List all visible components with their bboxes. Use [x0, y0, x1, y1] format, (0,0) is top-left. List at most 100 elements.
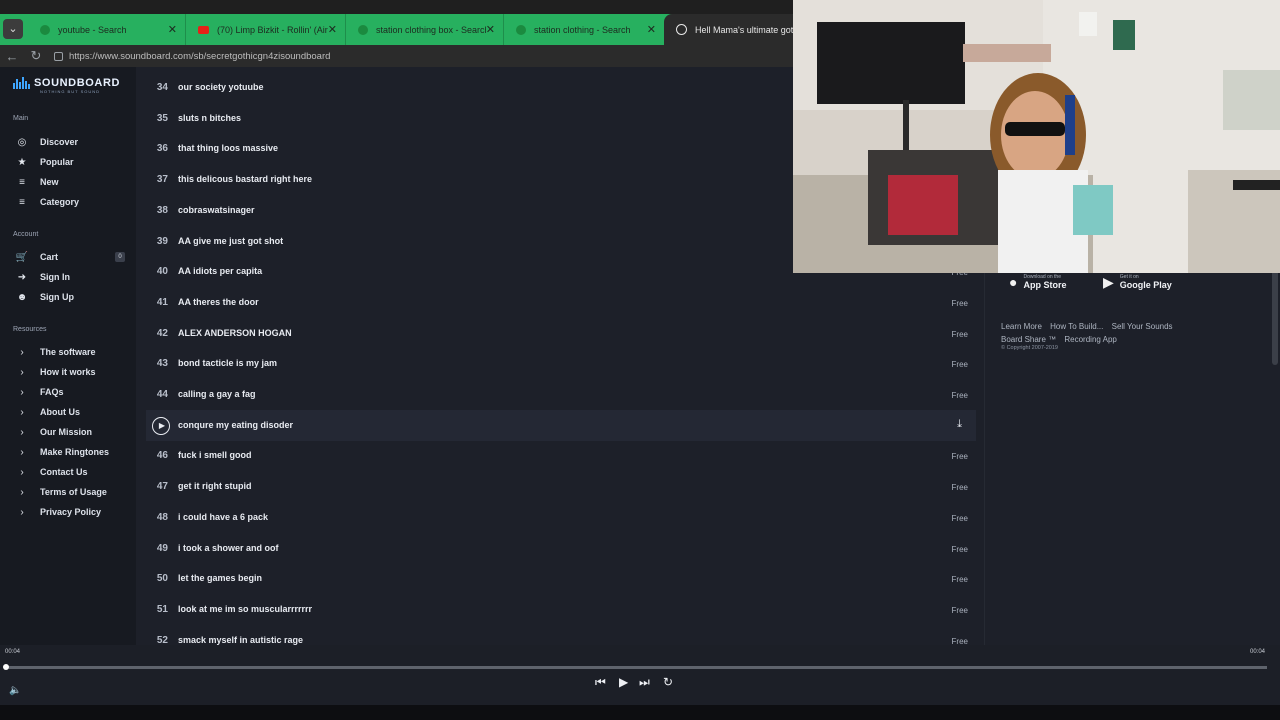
tab-close-icon[interactable]: ✕ — [168, 23, 177, 36]
sound-title[interactable]: smack myself in autistic rage — [178, 635, 303, 645]
app-store-badge[interactable]: ● Download on the App Store — [1009, 271, 1066, 293]
sound-number: 39 — [156, 235, 168, 247]
chevron-right-icon: › — [20, 466, 24, 478]
footer-link-board-share[interactable]: Board Share ™ — [1001, 335, 1056, 344]
play-circle-icon[interactable]: ▶ — [152, 416, 170, 435]
footer-link-sell-your-sounds[interactable]: Sell Your Sounds — [1112, 322, 1173, 331]
tab-youtube-search[interactable]: youtube - Search ✕ — [28, 14, 186, 45]
sound-row[interactable]: ▶ conqure my eating disoder ⤓ — [146, 409, 976, 441]
sound-row[interactable]: 50 let the games begin Free — [146, 563, 976, 594]
sound-title[interactable]: ALEX ANDERSON HOGAN — [178, 328, 292, 338]
sidebar-item-cart[interactable]: 🛒 Cart 0 — [15, 249, 130, 265]
sidebar-item-label: FAQs — [40, 387, 64, 397]
sound-row[interactable]: 47 get it right stupid Free — [146, 471, 976, 502]
tab-close-icon[interactable]: ✕ — [647, 23, 656, 36]
sound-title[interactable]: that thing loos massive — [178, 143, 278, 153]
sound-row[interactable]: 42 ALEX ANDERSON HOGAN Free — [146, 318, 976, 349]
sidebar-item-label: Privacy Policy — [40, 507, 102, 517]
download-icon[interactable]: ⤓ — [957, 418, 962, 431]
sound-title[interactable]: look at me im so muscularrrrrrr — [178, 604, 312, 614]
sound-row[interactable]: 49 i took a shower and oof Free — [146, 533, 976, 564]
sound-row[interactable]: 46 fuck i smell good Free — [146, 440, 976, 471]
sidebar-item-discover[interactable]: ◎ Discover — [15, 134, 78, 150]
tab-limp-bizkit[interactable]: (70) Limp Bizkit - Rollin' (Air Raid V ✕ — [186, 14, 346, 45]
logo-wordmark: SOUNDBOARD — [34, 77, 121, 89]
sound-title[interactable]: AA idiots per capita — [178, 266, 262, 276]
sound-title[interactable]: this delicous bastard right here — [178, 174, 312, 184]
sound-number: 42 — [156, 327, 168, 339]
sound-title[interactable]: let the games begin — [178, 573, 262, 583]
sidebar-item-sign-in[interactable]: ➜ Sign In — [15, 269, 70, 285]
sidebar-item-terms-of-usage[interactable]: › Terms of Usage — [15, 484, 107, 500]
progress-handle[interactable] — [3, 664, 9, 670]
soundboard-logo[interactable]: SOUNDBOARD NOTHING BUT SOUND — [13, 77, 121, 94]
sound-title[interactable]: fuck i smell good — [178, 450, 252, 460]
sound-title[interactable]: bond tacticle is my jam — [178, 358, 277, 368]
sound-title[interactable]: i could have a 6 pack — [178, 512, 268, 522]
tab-station-clothing-box[interactable]: station clothing box - Search ✕ — [346, 14, 504, 45]
chevron-right-icon: › — [20, 366, 24, 378]
previous-icon[interactable]: ⏮ — [595, 675, 606, 690]
google-play-badge[interactable]: ▶ Get it on Google Play — [1103, 271, 1172, 293]
sidebar-item-new[interactable]: ≡ New — [15, 174, 58, 190]
tab-station-clothing[interactable]: station clothing - Search ✕ — [504, 14, 664, 45]
tab-label: station clothing - Search — [534, 24, 631, 35]
back-arrow-icon[interactable]: ← — [0, 49, 24, 64]
sidebar-item-label: Category — [40, 197, 80, 207]
screen: ⌄ youtube - Search ✕ (70) Limp Bizkit - … — [0, 0, 1280, 720]
sidebar-item-category[interactable]: ≡ Category — [15, 194, 79, 210]
sound-number: 48 — [156, 511, 168, 523]
tab-menu-button[interactable]: ⌄ — [3, 19, 23, 39]
sidebar-item-how-it-works[interactable]: › How it works — [15, 364, 95, 380]
sidebar-item-popular[interactable]: ★ Popular — [15, 154, 74, 170]
sound-row[interactable]: 44 calling a gay a fag Free — [146, 379, 976, 410]
volume-icon[interactable]: 🔈 — [9, 685, 21, 696]
sound-title[interactable]: AA give me just got shot — [178, 236, 283, 246]
chevron-right-icon: › — [20, 346, 24, 358]
sound-title[interactable]: calling a gay a fag — [178, 389, 256, 399]
address-bar: ← ↻ https://www.soundboard.com/sb/secret… — [0, 45, 800, 67]
sound-title[interactable]: AA theres the door — [178, 297, 259, 307]
footer-link-how-to-build[interactable]: How To Build... — [1050, 322, 1103, 331]
sound-title[interactable]: conqure my eating disoder — [178, 420, 293, 430]
sidebar-item-faqs[interactable]: › FAQs — [15, 384, 64, 400]
repeat-icon[interactable]: ↻ — [663, 675, 673, 689]
tab-close-icon[interactable]: ✕ — [486, 23, 495, 36]
sound-price: Free — [951, 391, 968, 400]
sound-title[interactable]: get it right stupid — [178, 481, 252, 491]
sound-title[interactable]: sluts n bitches — [178, 113, 241, 123]
sidebar-item-our-mission[interactable]: › Our Mission — [15, 424, 92, 440]
sound-number: 35 — [156, 112, 168, 124]
next-icon[interactable]: ⏭ — [639, 675, 650, 690]
sidebar-item-privacy-policy[interactable]: › Privacy Policy — [15, 504, 101, 520]
sound-row[interactable]: 48 i could have a 6 pack Free — [146, 502, 976, 533]
sound-row[interactable]: 41 AA theres the door Free — [146, 287, 976, 318]
footer-link-recording-app[interactable]: Recording App — [1064, 335, 1116, 344]
sidebar-item-make-ringtones[interactable]: › Make Ringtones — [15, 444, 109, 460]
sound-title[interactable]: cobraswatsinager — [178, 205, 255, 215]
sidebar-item-label: Discover — [40, 137, 79, 147]
lines-icon: ≡ — [19, 176, 25, 188]
sidebar-item-contact-us[interactable]: › Contact Us — [15, 464, 87, 480]
play-icon[interactable]: ▶ — [619, 675, 628, 689]
sound-price: Free — [951, 329, 968, 339]
reload-icon[interactable]: ↻ — [24, 48, 48, 64]
progress-track[interactable] — [5, 666, 1267, 669]
sound-title[interactable]: our society yotuube — [178, 82, 264, 92]
sidebar-item-sign-up[interactable]: ☻ Sign Up — [15, 289, 74, 305]
tab-close-icon[interactable]: ✕ — [328, 23, 337, 36]
sound-row[interactable]: 43 bond tacticle is my jam Free — [146, 348, 976, 379]
footer-link-learn-more[interactable]: Learn More — [1001, 322, 1042, 331]
tab-soundboard-active[interactable]: Hell Mama's ultimate goth cob — [664, 14, 800, 45]
site-info-icon[interactable] — [54, 51, 63, 61]
sidebar-item-about-us[interactable]: › About Us — [15, 404, 80, 420]
sound-title[interactable]: i took a shower and oof — [178, 543, 279, 553]
url-field[interactable]: https://www.soundboard.com/sb/secretgoth… — [54, 51, 330, 62]
sidebar-item-the-software[interactable]: › The software — [15, 344, 95, 360]
sound-row[interactable]: 51 look at me im so muscularrrrrrr Free — [146, 594, 976, 625]
sidebar-item-label: Make Ringtones — [40, 447, 110, 457]
sound-price: Free — [951, 360, 968, 370]
sound-price: Free — [951, 298, 968, 308]
copyright-text: © Copyright 2007-2019 — [1001, 345, 1058, 351]
play-store-icon: ▶ — [1103, 273, 1114, 290]
